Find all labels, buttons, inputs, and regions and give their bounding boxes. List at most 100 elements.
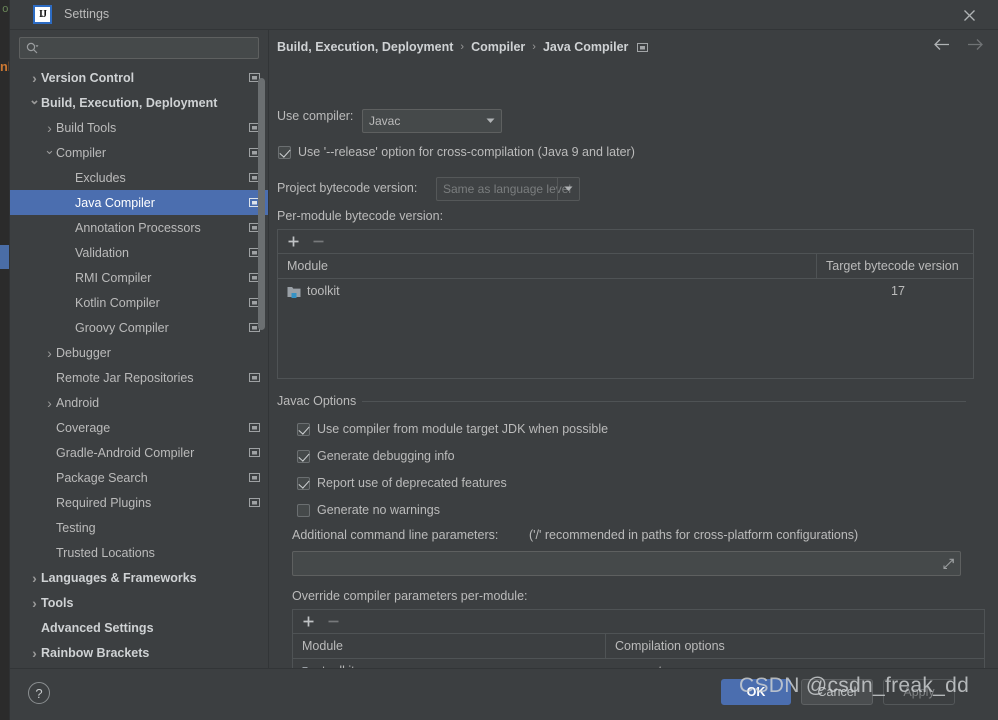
sidebar-item-label: Trusted Locations: [56, 545, 155, 560]
sidebar-item-android[interactable]: › Android: [10, 390, 268, 415]
sidebar-item-compiler[interactable]: ⌄ Compiler: [10, 140, 268, 165]
sidebar-item-label: Compiler: [56, 145, 107, 160]
plus-icon[interactable]: [303, 616, 314, 627]
additional-params-input[interactable]: [293, 556, 960, 571]
module-table-col-1[interactable]: Target bytecode version: [816, 254, 973, 278]
settings-marker-icon[interactable]: [249, 372, 260, 383]
apply-button[interactable]: Apply: [883, 679, 955, 705]
sidebar-item-trusted-locations[interactable]: Trusted Locations: [10, 540, 268, 565]
sidebar-item-build-tools[interactable]: › Build Tools: [10, 115, 268, 140]
sidebar-item-label: Rainbow Brackets: [41, 645, 150, 660]
settings-marker-icon[interactable]: [637, 42, 649, 53]
chevron-right-icon[interactable]: ›: [43, 346, 56, 360]
sidebar-item-testing[interactable]: Testing: [10, 515, 268, 540]
sidebar-item-tools[interactable]: › Tools: [10, 590, 268, 615]
settings-marker-icon[interactable]: [249, 497, 260, 508]
sidebar-item-rainbow-brackets[interactable]: › Rainbow Brackets: [10, 640, 268, 665]
chevron-down-icon: [479, 110, 501, 132]
settings-sidebar: › Version Control ⌄ Build, Execution, Deplo…: [10, 30, 269, 668]
chevron-down-icon[interactable]: ⌄: [43, 143, 56, 156]
javac-option-0-label: Use compiler from module target JDK when…: [317, 422, 609, 436]
sidebar-item-version-control[interactable]: › Version Control: [10, 65, 268, 90]
intellij-logo-icon: IJ: [33, 5, 52, 24]
additional-params-field[interactable]: [292, 551, 961, 576]
javac-option-1-row[interactable]: Generate debugging info: [297, 449, 455, 463]
sidebar-item-remote-jar-repositories[interactable]: Remote Jar Repositories: [10, 365, 268, 390]
plus-icon[interactable]: [288, 236, 299, 247]
additional-params-hint-row: ('/' recommended in paths for cross-plat…: [529, 528, 858, 542]
logo-text: IJ: [39, 9, 47, 20]
project-bytecode-dropdown[interactable]: Same as language level: [436, 177, 580, 201]
javac-option-1-checkbox[interactable]: [297, 449, 310, 463]
sidebar-item-java-compiler[interactable]: Java Compiler: [10, 190, 268, 215]
breadcrumb-item-1[interactable]: Compiler: [471, 40, 525, 54]
override-params-label: Override compiler parameters per-module:: [292, 589, 528, 603]
sidebar-item-label: Tools: [41, 595, 74, 610]
sidebar-item-gradle-android-compiler[interactable]: Gradle-Android Compiler: [10, 440, 268, 465]
table-row[interactable]: toolkit -parameters: [293, 659, 984, 668]
search-box[interactable]: [19, 37, 259, 59]
sidebar-item-package-search[interactable]: Package Search: [10, 465, 268, 490]
javac-option-3-row[interactable]: Generate no warnings: [297, 503, 440, 517]
release-option-checkbox-row[interactable]: Use '--release' option for cross-compila…: [278, 145, 635, 159]
override-table-header: Module Compilation options: [293, 634, 984, 659]
chevron-down-icon[interactable]: ⌄: [28, 93, 41, 106]
sidebar-item-label: Gradle-Android Compiler: [56, 445, 195, 460]
arrow-left-icon[interactable]: [933, 38, 950, 55]
sidebar-item-coverage[interactable]: Coverage: [10, 415, 268, 440]
help-button[interactable]: ?: [28, 682, 50, 704]
release-option-checkbox[interactable]: [278, 145, 291, 159]
sidebar-item-label: Version Control: [41, 70, 135, 85]
minus-icon: [313, 236, 324, 247]
use-compiler-dropdown[interactable]: Javac: [362, 109, 502, 133]
sidebar-item-validation[interactable]: Validation: [10, 240, 268, 265]
cancel-button[interactable]: Cancel: [801, 679, 873, 705]
override-table-toolbar: [293, 610, 984, 634]
close-icon[interactable]: [956, 3, 982, 27]
breadcrumb-item-0[interactable]: Build, Execution, Deployment: [277, 40, 453, 54]
override-params-row: Override compiler parameters per-module:: [292, 589, 528, 603]
settings-marker-icon[interactable]: [249, 447, 260, 458]
settings-marker-icon[interactable]: [249, 472, 260, 483]
javac-option-3-checkbox[interactable]: [297, 503, 310, 517]
settings-tree: › Version Control ⌄ Build, Execution, Deplo…: [10, 65, 268, 668]
breadcrumb-item-2: Java Compiler: [542, 40, 629, 54]
use-compiler-label: Use compiler:: [277, 109, 354, 123]
sidebar-item-build-execution-deployment[interactable]: ⌄ Build, Execution, Deployment: [10, 90, 268, 115]
javac-option-0-checkbox[interactable]: [297, 422, 310, 436]
override-table-col-0[interactable]: Module: [293, 639, 605, 653]
sidebar-item-excludes[interactable]: Excludes: [10, 165, 268, 190]
sidebar-item-debugger[interactable]: › Debugger: [10, 340, 268, 365]
sidebar-item-label: Annotation Processors: [75, 220, 201, 235]
ok-button[interactable]: OK: [721, 679, 791, 705]
chevron-right-icon[interactable]: ›: [43, 396, 56, 410]
sidebar-item-label: Android: [56, 395, 100, 410]
javac-option-0-row[interactable]: Use compiler from module target JDK when…: [297, 422, 608, 436]
module-target-version: 17: [891, 284, 905, 298]
search-wrapper: [10, 30, 268, 65]
javac-option-2-row[interactable]: Report use of deprecated features: [297, 476, 507, 490]
chevron-right-icon[interactable]: ›: [28, 571, 41, 585]
sidebar-item-annotation-processors[interactable]: Annotation Processors: [10, 215, 268, 240]
search-input[interactable]: [39, 41, 258, 55]
expand-icon[interactable]: [943, 558, 954, 569]
sidebar-item-rmi-compiler[interactable]: RMI Compiler: [10, 265, 268, 290]
sidebar-item-languages-frameworks[interactable]: › Languages & Frameworks: [10, 565, 268, 590]
chevron-right-icon[interactable]: ›: [43, 121, 56, 135]
override-table-col-1[interactable]: Compilation options: [605, 634, 984, 658]
javac-option-2-checkbox[interactable]: [297, 476, 310, 490]
settings-marker-icon[interactable]: [249, 422, 260, 433]
sidebar-item-label: Coverage: [56, 420, 111, 435]
sidebar-item-required-plugins[interactable]: Required Plugins: [10, 490, 268, 515]
table-row[interactable]: toolkit 17: [278, 279, 973, 303]
chevron-right-icon[interactable]: ›: [28, 646, 41, 660]
sidebar-item-label: Kotlin Compiler: [75, 295, 160, 310]
chevron-right-icon[interactable]: ›: [28, 71, 41, 85]
sidebar-scrollbar-thumb[interactable]: [258, 78, 265, 330]
sidebar-item-advanced-settings[interactable]: Advanced Settings: [10, 615, 268, 640]
module-table-col-0[interactable]: Module: [278, 259, 816, 273]
chevron-right-icon[interactable]: ›: [28, 596, 41, 610]
module-table-toolbar: [278, 230, 973, 254]
sidebar-item-kotlin-compiler[interactable]: Kotlin Compiler: [10, 290, 268, 315]
sidebar-item-groovy-compiler[interactable]: Groovy Compiler: [10, 315, 268, 340]
